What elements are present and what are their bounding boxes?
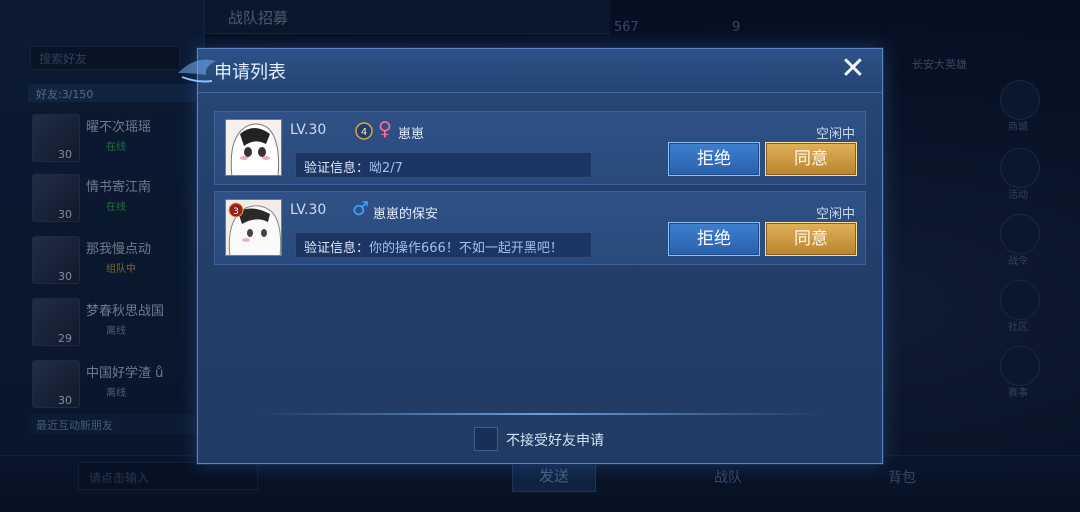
avatar-rank-badge-icon: 3 — [228, 202, 244, 218]
female-icon: ♀ — [378, 118, 392, 140]
verify-message: 呦2/7 — [369, 161, 403, 176]
player-name: 崽崽的保安 — [373, 207, 439, 222]
accept-button[interactable]: 同意 — [765, 142, 857, 176]
accept-button[interactable]: 同意 — [765, 222, 857, 256]
male-icon: ♂ — [352, 198, 370, 220]
decline-requests-label: 不接受好友申请 — [506, 433, 604, 449]
verify-label: 验证信息： — [304, 241, 370, 256]
close-icon: ✕ — [840, 51, 866, 86]
dialog-title: 申请列表 — [214, 62, 286, 83]
decline-requests-checkbox[interactable] — [474, 427, 498, 451]
player-status: 空闲中 — [815, 207, 855, 222]
anime-avatar-icon — [226, 120, 281, 175]
player-level: LV.30 — [290, 202, 327, 218]
dialog-header: 申请列表 ✕ — [178, 49, 882, 93]
reject-button[interactable]: 拒绝 — [668, 222, 760, 256]
verify-label: 验证信息： — [304, 161, 370, 176]
verify-message-box: 验证信息：呦2/7 — [295, 152, 592, 178]
player-name: 崽崽 — [398, 127, 425, 142]
request-row: 3 LV.30 ♂ 崽崽的保安 空闲中 验证信息：你的操作666！不如一起开黑吧… — [214, 191, 866, 265]
verify-message: 你的操作666！不如一起开黑吧！ — [369, 241, 563, 256]
reject-button[interactable]: 拒绝 — [668, 142, 760, 176]
verify-message-box: 验证信息：你的操作666！不如一起开黑吧！ — [295, 232, 592, 258]
avatar[interactable]: 3 — [225, 199, 282, 256]
svg-text:3: 3 — [233, 207, 239, 217]
player-level: LV.30 — [290, 122, 327, 138]
close-button[interactable]: ✕ — [838, 54, 868, 85]
friend-request-dialog: 申请列表 ✕ LV.30 4 ♀ 崽崽 空闲中 验证信息：呦2/7 拒绝 同意 … — [178, 48, 883, 464]
svg-text:4: 4 — [361, 127, 367, 138]
avatar[interactable] — [225, 119, 282, 176]
player-status: 空闲中 — [815, 127, 855, 142]
request-row: LV.30 4 ♀ 崽崽 空闲中 验证信息：呦2/7 拒绝 同意 — [214, 111, 866, 185]
divider — [258, 413, 824, 415]
rank-badge-icon: 4 — [355, 122, 373, 140]
